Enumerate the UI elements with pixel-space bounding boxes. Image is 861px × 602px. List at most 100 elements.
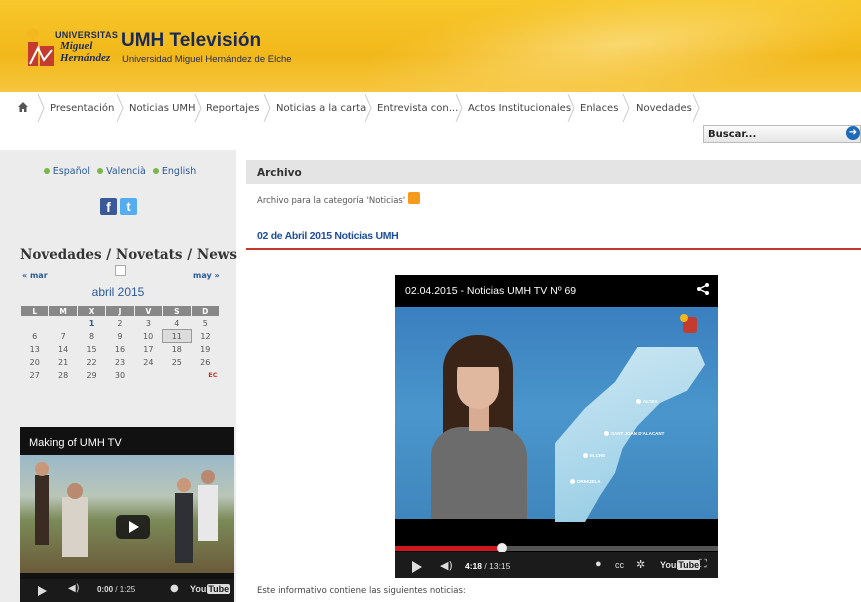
sidebar-video-thumbnail: [20, 455, 234, 573]
sidebar-video-player[interactable]: Making of UMH TV ◀) 0:00 / 1:25 ● You Tub…: [20, 427, 234, 602]
calendar-day: 7: [60, 331, 66, 341]
calendar-day: 19: [200, 344, 211, 354]
video-frame: ALTEA SANT JOAN D'ALACANT ELCHE ORIHUELA: [395, 307, 718, 522]
category-line: Archivo para la categoría 'Noticias': [257, 192, 421, 207]
nav-item-enlaces[interactable]: Enlaces: [580, 92, 618, 124]
main-video-player[interactable]: ALTEA SANT JOAN D'ALACANT ELCHE ORIHUELA…: [395, 275, 718, 578]
sidebar-video-time-total: 1:25: [119, 585, 136, 594]
bullet-icon: [43, 168, 50, 174]
nav-item-noticias-umh[interactable]: Noticias UMH: [129, 92, 196, 124]
post-divider: [246, 248, 861, 250]
bullet-icon: [152, 168, 159, 174]
nav-separator: [263, 94, 271, 122]
rss-icon[interactable]: [408, 192, 421, 204]
logo-hernandez: Hernández: [60, 52, 111, 64]
facebook-icon[interactable]: f: [100, 198, 117, 215]
nav-separator: [455, 94, 463, 122]
sidebar-video-time: 0:00 / 1:25: [97, 585, 136, 594]
video-time-current: 4:18: [465, 561, 483, 571]
nav-separator: [364, 94, 372, 122]
play-icon[interactable]: [36, 585, 48, 597]
calendar-day: 6: [32, 331, 38, 341]
social-links: f t: [100, 198, 137, 215]
captions-icon[interactable]: cc: [615, 560, 624, 570]
calendar-next-link[interactable]: may »: [193, 271, 220, 280]
calendar-day: [21, 317, 49, 330]
calendar-day: 12: [200, 331, 211, 341]
umh-logo[interactable]: UNIVERSITAS Miguel Hernández: [22, 22, 118, 74]
volume-icon[interactable]: ◀): [440, 559, 453, 572]
umh-logo-icon: [27, 28, 54, 66]
calendar-weekday: M: [48, 305, 78, 317]
fullscreen-icon[interactable]: ⛶: [699, 558, 707, 571]
nav-item-presentacion[interactable]: Presentación: [50, 92, 114, 124]
calendar-day: 30: [114, 370, 126, 380]
youtube-icon[interactable]: You Tube: [660, 560, 701, 570]
sidebar-video-time-current: 0:00: [97, 585, 114, 594]
info-icon[interactable]: ●: [170, 583, 179, 594]
home-icon[interactable]: [17, 101, 29, 113]
calendar-weekday: L: [19, 305, 50, 317]
calendar-week: 6 7 8 9 10 11 12: [21, 329, 220, 343]
nav-item-noticias-a-la-carta[interactable]: Noticias a la carta: [276, 92, 366, 124]
video-time-total: 13:15: [489, 561, 511, 571]
calendar-day: 4: [174, 318, 180, 328]
calendar-week: 13 14 15 16 17 18 19: [21, 343, 220, 356]
calendar-day: 26: [200, 357, 211, 367]
calendar-day[interactable]: 1: [77, 317, 105, 330]
nav-item-novedades[interactable]: Novedades: [636, 92, 692, 124]
nav-separator: [194, 94, 202, 122]
post-title[interactable]: 02 de Abril 2015 Noticias UMH: [257, 230, 399, 242]
nav-item-entrevista[interactable]: Entrevista con...: [377, 92, 458, 124]
calendar-day: 25: [171, 357, 182, 367]
umh-tv-logo-icon: [680, 314, 697, 333]
play-icon[interactable]: [412, 561, 422, 573]
nav-item-reportajes[interactable]: Reportajes: [206, 92, 259, 124]
lang-espanol[interactable]: Español: [53, 166, 90, 177]
calendar-day: 24: [143, 357, 154, 367]
calendar-day: 3: [145, 318, 151, 328]
calendar-day: 9: [117, 331, 123, 341]
lang-english[interactable]: English: [162, 166, 196, 177]
calendar-feed-icon[interactable]: [115, 265, 126, 276]
calendar-footer-link[interactable]: EC: [191, 369, 219, 382]
youtube-icon[interactable]: You Tube: [190, 584, 231, 594]
sidebar-video-title[interactable]: Making of UMH TV: [29, 437, 122, 449]
logo-miguel: Miguel: [60, 40, 93, 52]
main-video-title[interactable]: 02.04.2015 - Noticias UMH TV Nº 69: [405, 285, 576, 297]
calendar-day: 8: [89, 331, 95, 341]
settings-gear-icon[interactable]: ✲: [636, 558, 645, 571]
video-scene-figures: [35, 462, 218, 563]
lang-valencia[interactable]: Valencià: [106, 166, 146, 177]
share-icon[interactable]: [696, 282, 710, 296]
calendar-day: 27: [29, 370, 40, 380]
calendar-day: [163, 369, 191, 382]
logo-universitas: UNIVERSITAS: [55, 30, 119, 40]
header-decoration: [355, 0, 861, 92]
calendar: LMXJVSD 1 2 3 4 5 6 7 8 9 10 11 12 13 14 15 16 17 18 19 20 2…: [19, 305, 221, 382]
site-subtitle: Universidad Miguel Hernández de Elche: [122, 54, 292, 65]
main-nav: Presentación Noticias UMH Reportajes Not…: [0, 92, 861, 124]
nav-separator: [622, 94, 630, 122]
calendar-prev-link[interactable]: « mar: [22, 271, 48, 280]
calendar-day: 21: [58, 357, 69, 367]
calendar-day: 17: [143, 344, 154, 354]
novedades-title: Novedades / Novetats / News: [20, 247, 238, 263]
play-icon[interactable]: [116, 515, 150, 539]
calendar-weekday: V: [133, 305, 164, 317]
search-go-icon[interactable]: ➜: [846, 126, 860, 140]
calendar-day: 11: [162, 329, 192, 343]
calendar-week: 20 21 22 23 24 25 26: [21, 356, 220, 369]
calendar-weekday: X: [76, 305, 107, 317]
volume-icon[interactable]: ◀): [68, 583, 80, 594]
category-text: Archivo para la categoría 'Noticias': [257, 196, 406, 206]
map-city-label: ALTEA: [636, 399, 658, 404]
map-city-label: SANT JOAN D'ALACANT: [603, 431, 665, 436]
calendar-day: 16: [114, 344, 126, 354]
twitter-icon[interactable]: t: [120, 198, 137, 215]
nav-item-actos-institucionales[interactable]: Actos Institucionales: [468, 92, 571, 124]
calendar-day: 15: [86, 344, 97, 354]
search-input[interactable]: [703, 125, 861, 143]
info-icon[interactable]: ●: [595, 558, 602, 570]
site-title[interactable]: UMH Televisión: [121, 30, 261, 52]
